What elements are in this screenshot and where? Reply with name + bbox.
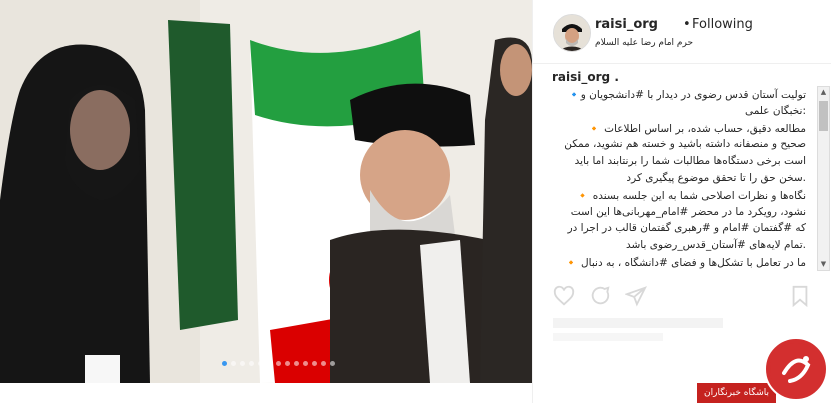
post-photo[interactable] [0,0,532,383]
carousel-dot[interactable] [303,361,308,366]
carousel-dot[interactable] [294,361,299,366]
caption-line: نگاه‌ها و نظرات اصلاحی شما به این جلسه ب… [576,189,806,202]
comment-icon[interactable] [589,285,611,307]
scroll-up-icon[interactable]: ▲ [820,89,827,96]
post-header: raisi_org • Following حرم امام رضا علیه … [533,0,831,64]
watermark-logo-icon [764,337,828,401]
carousel-dot[interactable] [312,361,317,366]
caption-line: است برخی دستگاه‌ها مطالبات شما را برنتاب… [574,155,806,168]
following-button[interactable]: Following [692,17,753,32]
separator-dot: • [683,17,691,32]
heart-icon[interactable] [553,285,575,307]
caption-line: نشود، رویکرد ما در محضر #امام_مهربانی‌ها… [570,205,806,218]
carousel-dot[interactable] [231,361,236,366]
carousel-dot[interactable] [222,361,227,366]
carousel-dot[interactable] [285,361,290,366]
caption-area: raisi_org . تولیت آستان قدس رضوی در دیدا… [550,70,816,273]
likes-placeholder [553,318,723,328]
watermark-badge: باشگاه خبرنگاران [697,383,776,403]
carousel-dot[interactable] [267,361,272,366]
carousel-dot[interactable] [321,361,326,366]
carousel-dot[interactable] [240,361,245,366]
carousel-dot[interactable] [330,361,335,366]
caption-line: صحیح و منصفانه داشته باشید و خسته هم نشو… [564,138,806,151]
image-bottom-strip [0,383,532,403]
carousel-dot[interactable] [258,361,263,366]
scroll-thumb[interactable] [819,101,828,131]
post-username[interactable]: raisi_org [595,17,658,32]
carousel-indicator [222,361,335,366]
caption-line: مطالعه دقیق، حساب شده، بر اساس اطلاعات 🔸 [587,122,806,135]
caption-scrollbar[interactable]: ▲ ▼ [817,86,830,271]
post-actions [553,285,813,309]
carousel-dot[interactable] [249,361,254,366]
avatar[interactable] [553,14,591,52]
caption-line: :نخبگان علمی [744,104,806,117]
scroll-down-icon[interactable]: ▼ [820,261,827,268]
caption-line: .تمام لایه‌های #آستان_قدس_رضوی باشد [625,239,806,252]
carousel-dot[interactable] [276,361,281,366]
share-icon[interactable] [625,285,647,307]
caption-line: تولیت آستان قدس رضوی در دیدار با #دانشجو… [567,89,806,101]
caption-line: ما در تعامل با تشکل‌ها و فضای #دانشگاه ،… [564,257,806,269]
timestamp-placeholder [553,333,663,341]
post-location[interactable]: حرم امام رضا علیه السلام [595,38,693,48]
caption-line: .سخن حق را تا تحقق موضوع پیگیری کرد [626,172,806,184]
caption-line: که #گفتمان #امام و #رهبری گفتمان قالب در… [567,222,806,235]
bookmark-icon[interactable] [789,285,811,307]
caption-username[interactable]: raisi_org . [552,70,619,84]
